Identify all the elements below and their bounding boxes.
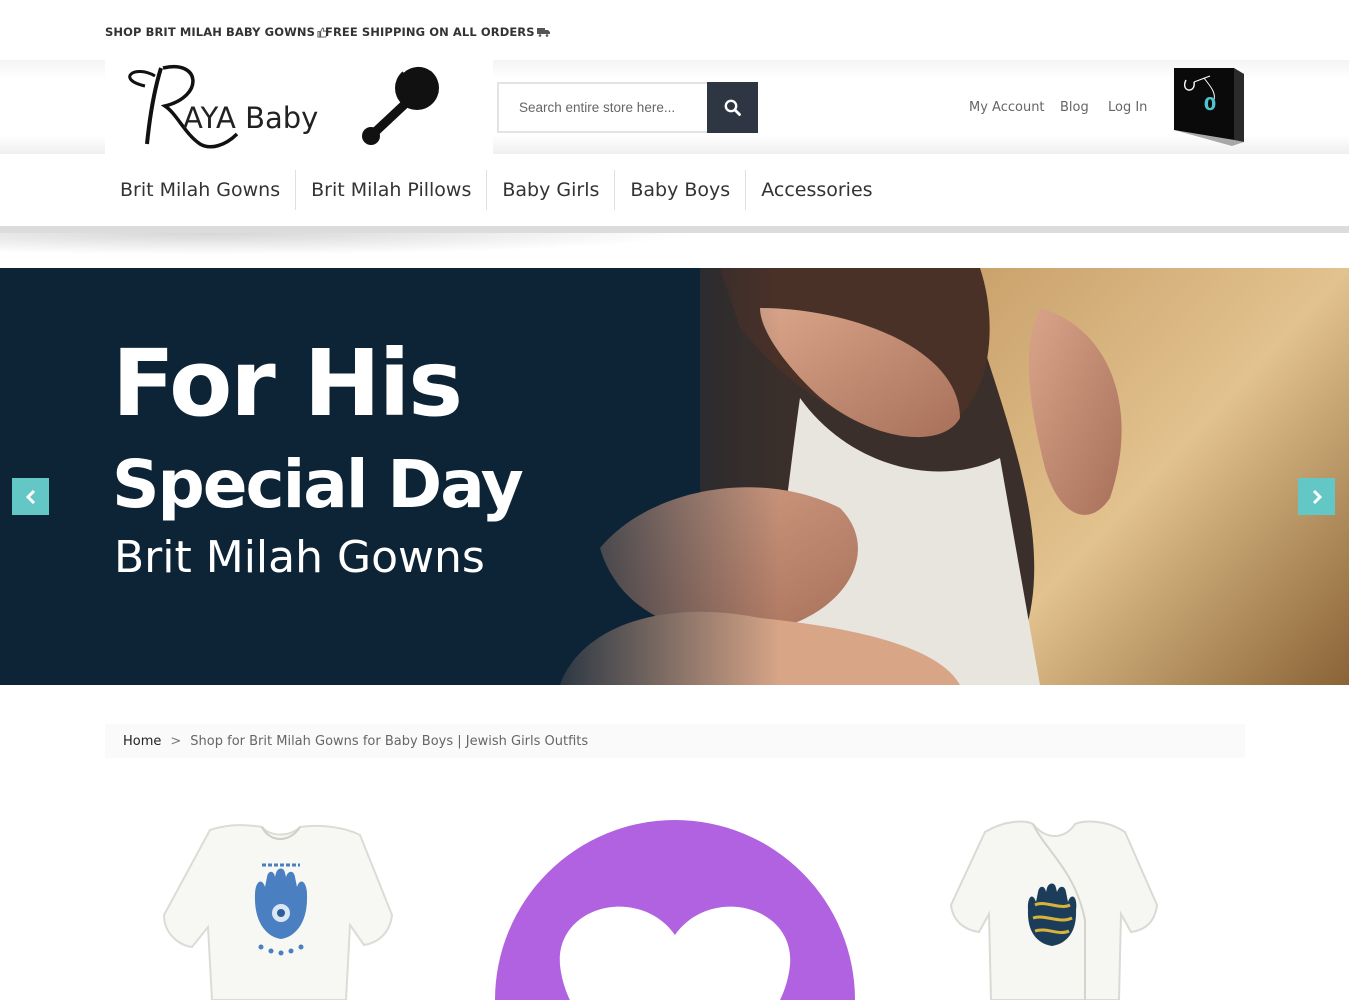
nav-item-baby-boys[interactable]: Baby Boys (615, 170, 747, 210)
nav-item-brit-milah-gowns[interactable]: Brit Milah Gowns (105, 170, 297, 210)
chevron-right-icon (1312, 489, 1322, 504)
promo-free-shipping[interactable]: FREE SHIPPING ON ALL ORDERS (325, 25, 550, 39)
my-account-link[interactable]: My Account (969, 100, 1045, 115)
promo-shipping-text[interactable]: FREE SHIPPING ON ALL ORDERS (325, 25, 535, 39)
nav-divider (0, 226, 1349, 233)
nav-item-accessories[interactable]: Accessories (746, 170, 887, 210)
hero-subheading: Brit Milah Gowns (114, 532, 485, 583)
login-link[interactable]: Log In (1108, 100, 1147, 115)
nav-item-brit-milah-pillows[interactable]: Brit Milah Pillows (296, 170, 488, 210)
search-button[interactable] (707, 82, 758, 133)
breadcrumb: Home > Shop for Brit Milah Gowns for Bab… (105, 724, 1245, 758)
carousel-next-button[interactable] (1298, 478, 1335, 515)
site-logo[interactable]: AYA Baby (105, 54, 493, 156)
product-image-onesie-hamsa[interactable] (150, 815, 410, 1000)
search-bar (497, 82, 758, 133)
top-promo-bar: SHOP BRIT MILAH BABY GOWNS FREE SHIPPING… (0, 0, 1349, 60)
breadcrumb-separator: > (170, 733, 182, 749)
hero-heading-line1: For His (112, 330, 463, 437)
promo-shop-text[interactable]: SHOP BRIT MILAH BABY GOWNS (105, 25, 315, 39)
carousel-prev-button[interactable] (12, 478, 49, 515)
main-nav: Brit Milah Gowns Brit Milah Pillows Baby… (105, 170, 888, 210)
nav-item-baby-girls[interactable]: Baby Girls (487, 170, 616, 210)
cart-count: 0 (1203, 94, 1217, 115)
search-input[interactable] (497, 82, 707, 133)
product-image-kimono-hamsa[interactable] (935, 810, 1175, 1000)
truck-icon (536, 28, 550, 37)
logo-text: AYA Baby (183, 101, 318, 135)
rattle-icon (362, 64, 439, 145)
blog-link[interactable]: Blog (1060, 100, 1089, 115)
chevron-left-icon (25, 489, 35, 504)
breadcrumb-home-link[interactable]: Home (123, 734, 161, 749)
product-image-placeholder[interactable] (490, 815, 860, 1000)
promo-shop-gowns[interactable]: SHOP BRIT MILAH BABY GOWNS (105, 25, 328, 39)
breadcrumb-current: Shop for Brit Milah Gowns for Baby Boys … (190, 733, 589, 749)
nav-shadow (0, 233, 700, 255)
hero-heading-line2: Special Day (112, 446, 524, 523)
search-icon (724, 99, 741, 116)
